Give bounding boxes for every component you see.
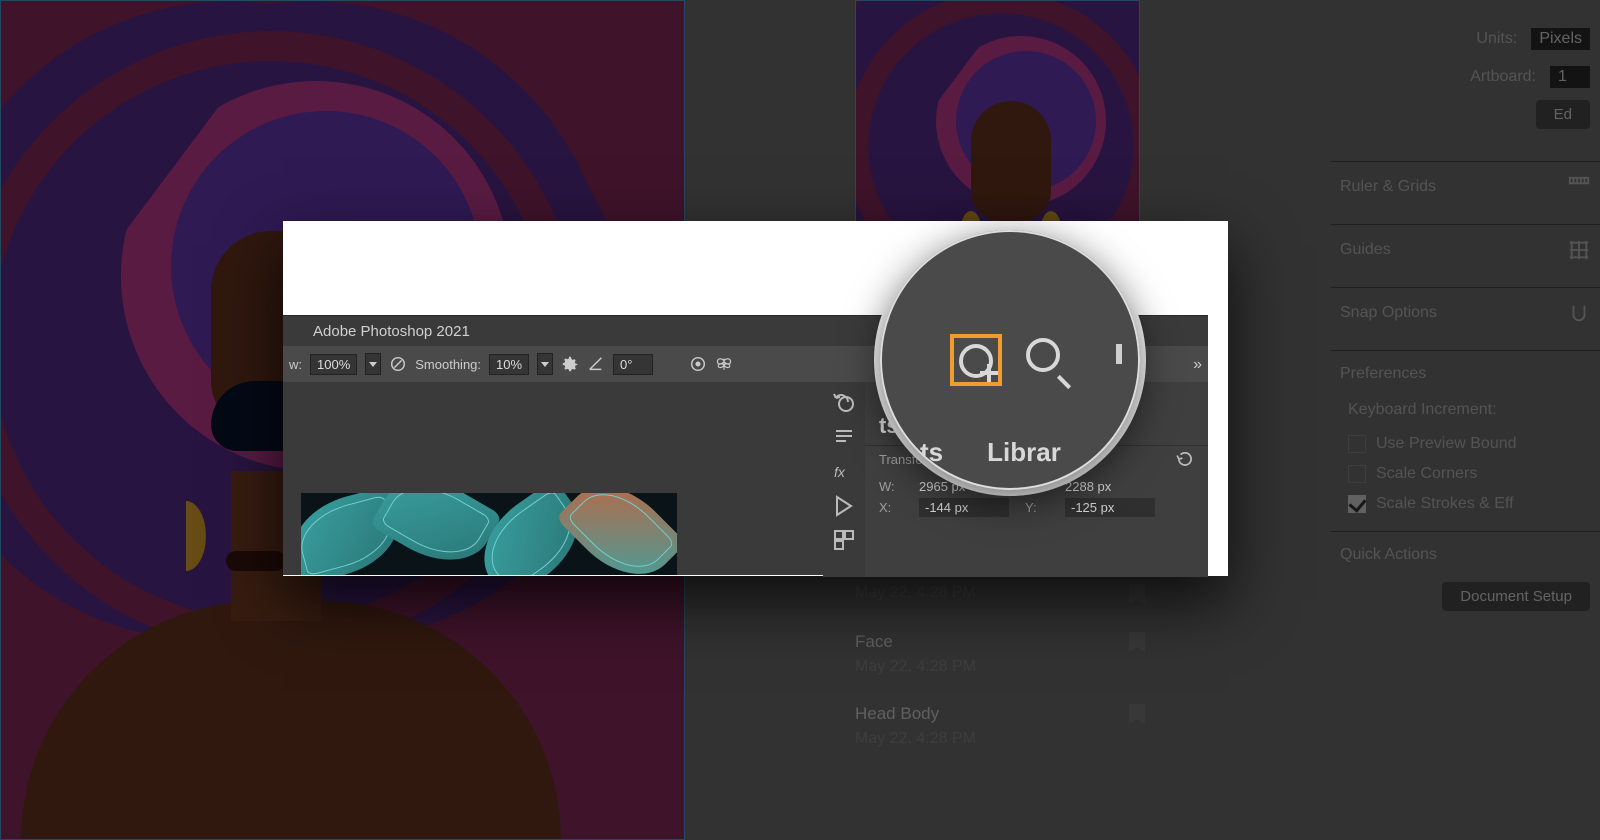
history-timestamp: May 22, 4:28 PM bbox=[855, 730, 976, 747]
snap-options-label: Snap Options bbox=[1340, 304, 1437, 322]
history-timestamp: May 22, 4:28 PM bbox=[855, 584, 976, 601]
units-label: Units: bbox=[1476, 30, 1517, 48]
bookmark-icon[interactable] bbox=[1129, 704, 1145, 724]
ruler-grids-label: Ruler & Grids bbox=[1340, 178, 1436, 196]
scale-strokes-row[interactable]: Scale Strokes & Eff bbox=[1330, 489, 1600, 519]
checkbox-icon[interactable] bbox=[1348, 435, 1366, 453]
tab-partial-ts: ts bbox=[920, 437, 943, 468]
keyboard-increment-label: Keyboard Increment: bbox=[1330, 397, 1600, 429]
window-arrange-icon[interactable] bbox=[1116, 344, 1122, 364]
snap-icon[interactable] bbox=[1568, 302, 1590, 324]
reset-icon[interactable] bbox=[1176, 452, 1194, 467]
angle-field[interactable]: 0° bbox=[613, 354, 653, 375]
y-label: Y: bbox=[1025, 500, 1049, 515]
scale-corners-row[interactable]: Scale Corners bbox=[1330, 459, 1600, 489]
version-history-list: May 22, 4:28 PM Face May 22, 4:28 PM Hea… bbox=[845, 570, 1155, 762]
x-value[interactable]: -144 px bbox=[919, 498, 1009, 517]
canvas-content[interactable] bbox=[301, 493, 677, 575]
checkbox-icon[interactable] bbox=[1348, 465, 1366, 483]
artboard-label: Artboard: bbox=[1470, 68, 1536, 86]
zoom-dropdown[interactable] bbox=[365, 353, 381, 375]
svg-text:fx: fx bbox=[834, 464, 846, 480]
gear-icon[interactable] bbox=[561, 355, 579, 373]
collapsed-panel-icons: fx bbox=[823, 382, 865, 577]
butterfly-icon[interactable] bbox=[715, 355, 733, 373]
expand-panels-icon[interactable]: » bbox=[1193, 356, 1202, 374]
smoothing-dropdown[interactable] bbox=[537, 353, 553, 375]
smoothing-field[interactable]: 10% bbox=[489, 354, 529, 375]
symmetry-icon[interactable] bbox=[689, 355, 707, 373]
bookmark-icon[interactable] bbox=[1129, 584, 1145, 604]
history-title: Head Body bbox=[855, 704, 976, 724]
history-item[interactable]: May 22, 4:28 PM bbox=[845, 570, 1155, 618]
zoom-field[interactable]: 100% bbox=[310, 354, 357, 375]
artboard-value[interactable]: 1 bbox=[1550, 66, 1590, 88]
x-label: X: bbox=[879, 500, 903, 515]
history-panel-icon[interactable] bbox=[832, 392, 856, 416]
app-title: Adobe Photoshop 2021 bbox=[313, 323, 470, 340]
y-value[interactable]: -125 px bbox=[1065, 498, 1155, 517]
preferences-label: Preferences bbox=[1340, 365, 1426, 383]
view-label: w: bbox=[289, 357, 302, 372]
bookmark-icon[interactable] bbox=[1129, 632, 1145, 652]
plus-icon bbox=[980, 364, 998, 382]
history-timestamp: May 22, 4:28 PM bbox=[855, 658, 976, 675]
swatches-panel-icon[interactable] bbox=[832, 528, 856, 552]
document-setup-button[interactable]: Document Setup bbox=[1442, 582, 1590, 611]
invite-to-edit-icon[interactable] bbox=[950, 334, 1002, 386]
guides-icon[interactable] bbox=[1568, 239, 1590, 261]
history-item[interactable]: Face May 22, 4:28 PM bbox=[845, 618, 1155, 690]
angle-icon bbox=[587, 355, 605, 373]
h-value[interactable]: 2288 px bbox=[1065, 479, 1155, 494]
actions-panel-icon[interactable] bbox=[832, 494, 856, 518]
properties-panel: Units: Pixels Artboard: 1 Ed Ruler & Gri… bbox=[1320, 0, 1600, 840]
pressure-size-icon[interactable] bbox=[389, 355, 407, 373]
edit-button[interactable]: Ed bbox=[1536, 100, 1590, 129]
use-preview-bound-row[interactable]: Use Preview Bound bbox=[1330, 429, 1600, 459]
tab-libraries-partial: Librar bbox=[987, 437, 1061, 468]
history-title: Face bbox=[855, 632, 976, 652]
search-icon[interactable] bbox=[1026, 338, 1070, 382]
w-label: W: bbox=[879, 479, 903, 494]
units-value[interactable]: Pixels bbox=[1531, 28, 1590, 50]
smoothing-label: Smoothing: bbox=[415, 357, 481, 372]
checkbox-checked-icon[interactable] bbox=[1348, 495, 1366, 513]
quick-actions-label: Quick Actions bbox=[1340, 546, 1437, 564]
guides-label: Guides bbox=[1340, 241, 1391, 259]
history-item[interactable]: Head Body May 22, 4:28 PM bbox=[845, 690, 1155, 762]
paragraph-panel-icon[interactable] bbox=[832, 426, 856, 450]
ruler-icon[interactable] bbox=[1568, 176, 1590, 198]
fx-panel-icon[interactable]: fx bbox=[832, 460, 856, 484]
magnifier-callout: ts Librar bbox=[880, 230, 1140, 490]
